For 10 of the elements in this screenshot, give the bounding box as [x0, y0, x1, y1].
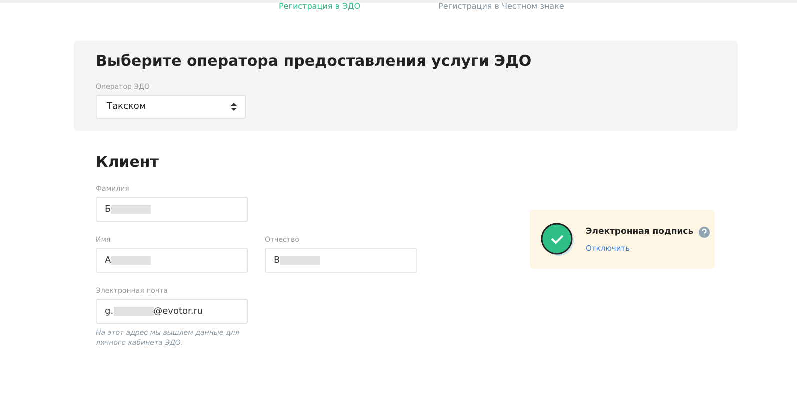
text-field[interactable]: В — [265, 248, 417, 273]
section-title: Клиент — [96, 153, 160, 171]
sort-arrows-icon — [231, 103, 237, 111]
text-field[interactable]: А — [96, 248, 248, 273]
card-title: Электронная подпись — [586, 227, 694, 237]
text-field[interactable]: g. @evotor.ru — [96, 299, 248, 324]
section-title: Выберите оператора предоставления услуги ЭДО — [96, 52, 533, 70]
help-icon[interactable] — [698, 226, 710, 238]
operator-select[interactable]: Такском — [96, 95, 246, 119]
text-field[interactable]: Б — [96, 197, 248, 222]
